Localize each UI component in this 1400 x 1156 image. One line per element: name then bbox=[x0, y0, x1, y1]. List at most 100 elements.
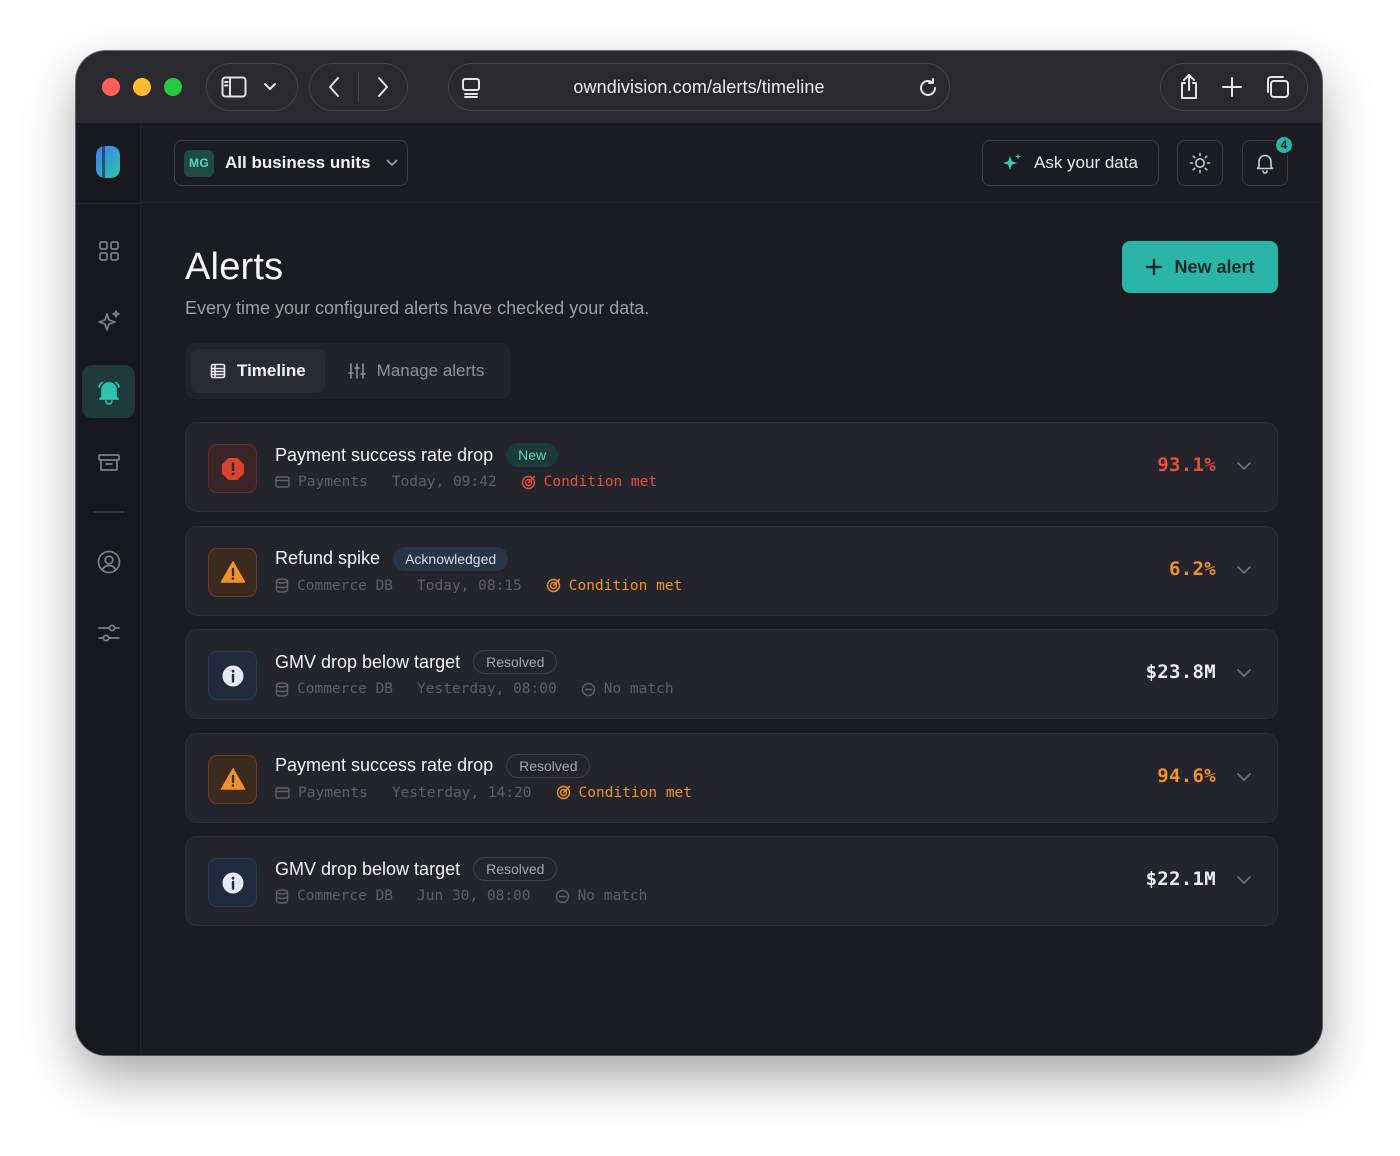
info-severity-icon bbox=[208, 858, 257, 907]
alert-meta: Commerce DB Today, 08:15 Condition met bbox=[275, 578, 682, 594]
alert-source: Commerce DB bbox=[297, 577, 394, 594]
alert-result: Condition met bbox=[578, 784, 693, 801]
url-text[interactable]: owndivision.com/alerts/timeline bbox=[573, 77, 824, 98]
new-alert-label: New alert bbox=[1174, 256, 1255, 277]
nav-alerts[interactable] bbox=[82, 365, 135, 418]
reload-icon[interactable] bbox=[917, 77, 939, 99]
tab-manage-alerts[interactable]: Manage alerts bbox=[329, 349, 504, 393]
status-badge: New bbox=[506, 443, 559, 467]
share-icon[interactable] bbox=[1177, 73, 1201, 101]
alert-time: Jun 30, 08:00 bbox=[417, 888, 531, 904]
page-title: Alerts bbox=[185, 246, 284, 288]
database-icon bbox=[275, 888, 289, 904]
expand-chevron-icon[interactable] bbox=[1236, 874, 1252, 886]
alert-time: Today, 09:42 bbox=[391, 474, 497, 490]
notifications-button[interactable]: 4 bbox=[1242, 135, 1294, 186]
alert-meta: Commerce DB Jun 30, 08:00 No match bbox=[275, 888, 647, 904]
notification-count-badge: 4 bbox=[1274, 135, 1294, 155]
alert-source: Payments bbox=[298, 474, 368, 490]
zoom-window-button[interactable] bbox=[164, 78, 182, 96]
nav-settings[interactable] bbox=[82, 606, 135, 659]
alert-value: 6.2% bbox=[1169, 557, 1216, 580]
expand-chevron-icon[interactable] bbox=[1236, 667, 1252, 679]
minus-circle-icon bbox=[555, 889, 569, 903]
alert-value: $23.8M bbox=[1145, 661, 1216, 683]
history-navigation bbox=[309, 63, 408, 111]
alert-header: Payment success rate drop Resolved bbox=[275, 753, 591, 778]
target-icon bbox=[521, 475, 535, 489]
tab-overview-icon[interactable] bbox=[1263, 74, 1291, 100]
back-icon[interactable] bbox=[327, 75, 341, 99]
target-icon bbox=[556, 785, 570, 800]
expand-chevron-icon[interactable] bbox=[1236, 771, 1252, 783]
rail-divider bbox=[76, 203, 141, 204]
nav-insights[interactable] bbox=[82, 294, 135, 347]
expand-chevron-icon[interactable] bbox=[1236, 460, 1252, 472]
critical-severity-icon bbox=[208, 444, 257, 493]
alert-title: Refund spike bbox=[275, 548, 381, 568]
tab-timeline[interactable]: Timeline bbox=[191, 349, 325, 393]
nav-rail bbox=[76, 123, 141, 1055]
alerts-page: Alerts Every time your configured alerts… bbox=[141, 204, 1322, 1055]
grid-icon bbox=[98, 240, 119, 261]
warning-severity-icon bbox=[208, 754, 257, 804]
database-icon bbox=[275, 681, 289, 697]
alert-source: Commerce DB bbox=[297, 888, 394, 904]
minimize-window-button[interactable] bbox=[133, 78, 151, 96]
nav-dashboard[interactable] bbox=[82, 224, 135, 277]
business-unit-select[interactable]: MG All business units bbox=[174, 140, 408, 186]
theme-toggle-button[interactable] bbox=[1177, 140, 1223, 186]
warning-severity-icon bbox=[208, 547, 257, 597]
alert-header: Payment success rate drop New bbox=[275, 443, 559, 467]
nav-account[interactable] bbox=[82, 535, 135, 588]
status-badge: Acknowledged bbox=[393, 546, 509, 571]
alert-card[interactable]: Payment success rate drop New Payments T… bbox=[185, 422, 1278, 512]
business-unit-avatar: MG bbox=[184, 149, 214, 177]
alert-meta: Payments Yesterday, 14:20 Condition met bbox=[275, 785, 692, 801]
user-circle-icon bbox=[97, 550, 120, 573]
alert-source: Payments bbox=[298, 784, 368, 801]
alert-card[interactable]: Refund spike Acknowledged Commerce DB To… bbox=[185, 525, 1278, 616]
app-logo[interactable] bbox=[95, 145, 121, 179]
page-settings-icon[interactable] bbox=[461, 77, 481, 99]
alert-card[interactable]: GMV drop below target Resolved Commerce … bbox=[185, 629, 1278, 719]
sun-icon bbox=[1189, 152, 1211, 174]
sidebar-icon bbox=[221, 76, 247, 98]
plus-icon bbox=[1146, 258, 1163, 276]
view-tabs: Timeline Manage alerts bbox=[185, 343, 511, 399]
nav-archive[interactable] bbox=[82, 436, 135, 489]
card-icon bbox=[275, 476, 290, 488]
database-icon bbox=[275, 578, 289, 593]
alert-card[interactable]: GMV drop below target Resolved Commerce … bbox=[185, 836, 1278, 926]
alert-timeline: Payment success rate drop New Payments T… bbox=[185, 422, 1278, 940]
alert-time: Today, 08:15 bbox=[417, 577, 522, 594]
alert-value: 93.1% bbox=[1157, 454, 1216, 476]
alert-time: Yesterday, 14:20 bbox=[391, 784, 532, 801]
alert-result: Condition met bbox=[543, 474, 658, 490]
list-icon bbox=[210, 363, 226, 379]
app-header: MG All business units Ask your data 4 bbox=[141, 123, 1322, 203]
chevron-down-icon bbox=[264, 83, 276, 90]
alert-result: No match bbox=[577, 888, 648, 904]
sidebar-toggle-button[interactable] bbox=[206, 63, 298, 111]
browser-toolbar: owndivision.com/alerts/timeline bbox=[76, 51, 1322, 123]
new-tab-icon[interactable] bbox=[1220, 75, 1244, 99]
close-window-button[interactable] bbox=[102, 78, 120, 96]
ask-your-data-button[interactable]: Ask your data bbox=[982, 140, 1159, 186]
alert-card[interactable]: Payment success rate drop Resolved Payme… bbox=[185, 732, 1278, 823]
rail-separator bbox=[93, 511, 124, 513]
sliders-icon bbox=[97, 624, 120, 641]
alert-title: GMV drop below target bbox=[275, 651, 461, 672]
expand-chevron-icon[interactable] bbox=[1236, 564, 1252, 576]
nav-divider bbox=[357, 72, 359, 102]
status-badge: Resolved bbox=[473, 857, 558, 881]
sparkle-icon bbox=[1003, 153, 1021, 170]
alert-value: 94.6% bbox=[1157, 764, 1216, 787]
chevron-down-icon bbox=[386, 159, 399, 167]
sparkles-icon bbox=[97, 309, 120, 331]
forward-icon[interactable] bbox=[376, 75, 390, 99]
new-alert-button[interactable]: New alert bbox=[1122, 241, 1278, 293]
alert-title: Payment success rate drop bbox=[275, 755, 494, 775]
ask-your-data-label: Ask your data bbox=[1034, 153, 1138, 172]
address-bar[interactable]: owndivision.com/alerts/timeline bbox=[448, 63, 950, 111]
